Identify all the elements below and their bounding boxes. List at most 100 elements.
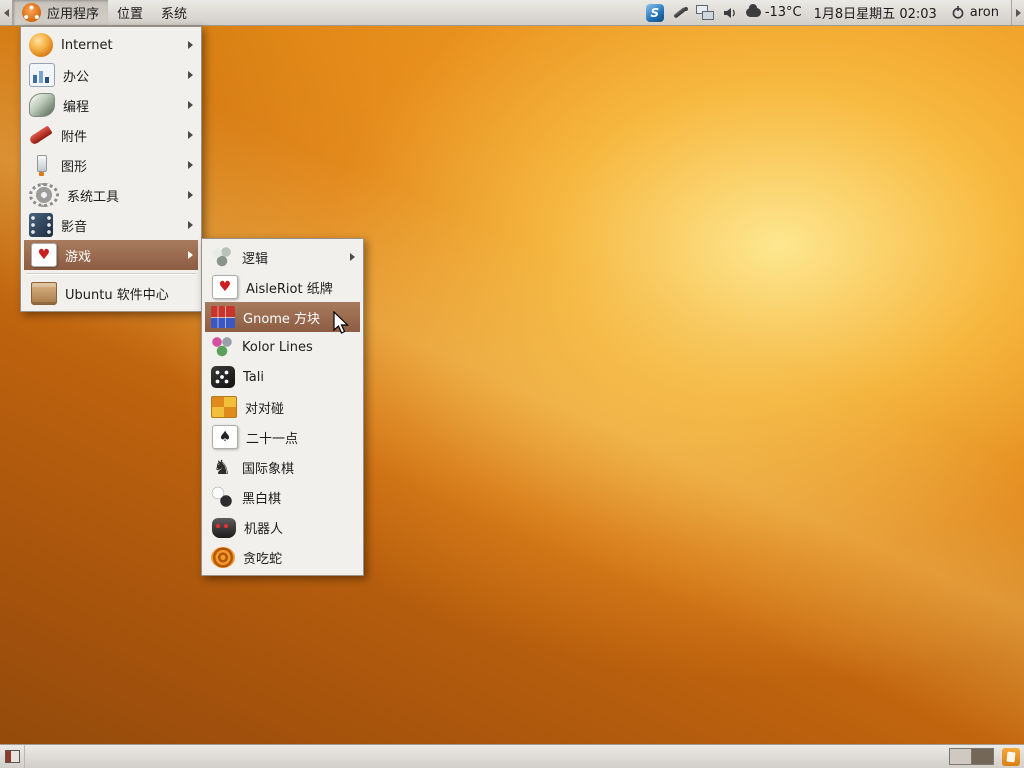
top-panel: 应用程序 位置 系统 -13°C 1月8日星期五 02:03 aron (0, 0, 1024, 26)
menu-item-label: 图形 (61, 156, 87, 175)
logic-icon (210, 245, 234, 269)
trash-icon[interactable] (1002, 748, 1020, 766)
menu-item-blackjack[interactable]: 二十一点 (205, 422, 360, 452)
menu-item-label: 游戏 (65, 246, 91, 265)
nibbles-icon (211, 547, 235, 568)
menu-item-label: 影音 (61, 216, 87, 235)
workspace-1[interactable] (950, 749, 972, 764)
software-center-icon (31, 282, 57, 305)
menu-item-label: 国际象棋 (242, 458, 294, 477)
menu-separator (26, 273, 196, 275)
blackjack-icon (212, 425, 238, 449)
submenu-arrow-icon (188, 161, 193, 169)
submenu-arrow-icon (188, 251, 193, 259)
games-submenu: 逻辑 AisleRiot 纸牌 Gnome 方块 Kolor Lines Tal… (201, 238, 364, 576)
submenu-arrow-icon (188, 41, 193, 49)
arrow-left-icon (4, 9, 9, 17)
pin-icon[interactable] (672, 5, 688, 21)
menu-item-chess[interactable]: 国际象棋 (205, 452, 360, 482)
volume-icon[interactable] (722, 5, 738, 21)
accessories-icon (29, 123, 53, 147)
applications-menu: Internet 办公 编程 附件 图形 系统工具 影音 游戏 Ubunt (20, 26, 202, 312)
weather-icon (746, 8, 761, 17)
username-label: aron (970, 5, 999, 20)
workspace-switcher[interactable] (949, 748, 994, 765)
programming-icon (29, 93, 55, 117)
games-icon (31, 243, 57, 267)
system-tray: -13°C 1月8日星期五 02:03 aron (646, 0, 1024, 25)
temperature-label: -13°C (765, 5, 802, 20)
workspace-2[interactable] (972, 749, 993, 764)
bottom-panel (0, 744, 1024, 768)
menu-item-graphics[interactable]: 图形 (24, 150, 198, 180)
power-icon (951, 5, 965, 20)
menu-item-kolor-lines[interactable]: Kolor Lines (205, 332, 360, 362)
menu-item-label: 二十一点 (246, 428, 298, 447)
submenu-arrow-icon (188, 131, 193, 139)
system-menu-button[interactable]: 系统 (152, 0, 196, 25)
menu-item-label: 贪吃蛇 (243, 548, 282, 567)
ubuntu-logo-icon (22, 3, 41, 22)
menu-item-software-center[interactable]: Ubuntu 软件中心 (24, 278, 198, 308)
network-icon[interactable] (696, 5, 714, 20)
menu-item-sound-video[interactable]: 影音 (24, 210, 198, 240)
menu-item-robots[interactable]: 机器人 (205, 512, 360, 542)
menu-item-label: AisleRiot 纸牌 (246, 278, 333, 297)
menu-item-label: 办公 (63, 66, 89, 85)
applications-menu-button[interactable]: 应用程序 (13, 0, 108, 25)
places-menu-label: 位置 (117, 3, 143, 22)
submenu-arrow-icon (188, 191, 193, 199)
clock-applet[interactable]: 1月8日星期五 02:03 (810, 3, 941, 22)
submenu-arrow-icon (188, 71, 193, 79)
panel-hide-right-button[interactable] (1011, 0, 1024, 25)
menu-item-programming[interactable]: 编程 (24, 90, 198, 120)
session-menu-button[interactable]: aron (949, 5, 1001, 20)
menu-item-label: 逻辑 (242, 248, 268, 267)
menu-item-games[interactable]: 游戏 (24, 240, 198, 270)
arrow-right-icon (1016, 9, 1021, 17)
menu-item-label: Tali (243, 370, 264, 385)
office-icon (29, 63, 55, 87)
menu-item-nibbles[interactable]: 贪吃蛇 (205, 542, 360, 572)
show-desktop-icon (5, 750, 20, 763)
submenu-arrow-icon (188, 101, 193, 109)
iagno-icon (210, 485, 234, 509)
submenu-arrow-icon (188, 221, 193, 229)
menu-item-office[interactable]: 办公 (24, 60, 198, 90)
menu-item-iagno[interactable]: 黑白棋 (205, 482, 360, 512)
menu-item-label: 系统工具 (67, 186, 119, 205)
menu-item-swell-foop[interactable]: 对对碰 (205, 392, 360, 422)
menu-item-label: Kolor Lines (242, 340, 313, 355)
system-tools-icon (29, 183, 59, 207)
robots-icon (212, 518, 236, 538)
weather-applet[interactable]: -13°C (746, 5, 802, 20)
places-menu-button[interactable]: 位置 (108, 0, 152, 25)
menu-item-system-tools[interactable]: 系统工具 (24, 180, 198, 210)
menu-item-label: 编程 (63, 96, 89, 115)
menu-item-label: 对对碰 (245, 398, 284, 417)
applications-menu-label: 应用程序 (47, 3, 99, 22)
menu-item-label: 黑白棋 (242, 488, 281, 507)
menu-item-gnometris[interactable]: Gnome 方块 (205, 302, 360, 332)
menu-item-label: Gnome 方块 (243, 308, 320, 327)
menu-item-internet[interactable]: Internet (24, 30, 198, 60)
graphics-icon (29, 153, 53, 177)
system-menu-label: 系统 (161, 3, 187, 22)
tali-icon (211, 366, 235, 388)
swell-foop-icon (211, 396, 237, 418)
menu-item-label: Ubuntu 软件中心 (65, 284, 169, 303)
menu-item-label: 机器人 (244, 518, 283, 537)
internet-icon (29, 33, 53, 57)
menu-item-tali[interactable]: Tali (205, 362, 360, 392)
menu-item-label: 附件 (61, 126, 87, 145)
sound-video-icon (29, 213, 53, 237)
gnometris-icon (211, 306, 235, 328)
chess-icon (210, 455, 234, 479)
panel-hide-left-button[interactable] (0, 0, 13, 25)
menu-item-accessories[interactable]: 附件 (24, 120, 198, 150)
sogou-input-icon[interactable] (646, 4, 664, 22)
menu-item-logic[interactable]: 逻辑 (205, 242, 360, 272)
aisleriot-icon (212, 275, 238, 299)
show-desktop-button[interactable] (0, 745, 25, 768)
menu-item-aisleriot[interactable]: AisleRiot 纸牌 (205, 272, 360, 302)
